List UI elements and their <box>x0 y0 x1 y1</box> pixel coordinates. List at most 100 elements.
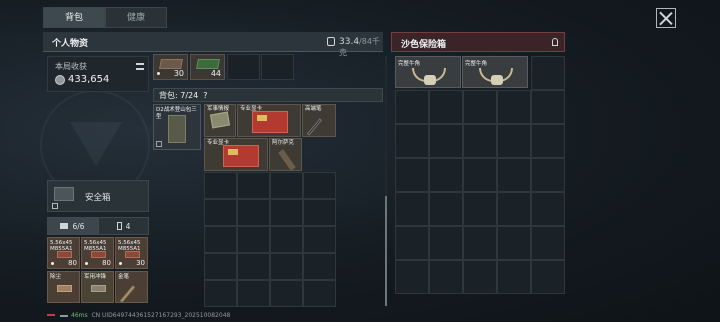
tab-pouch-battery[interactable]: 4 <box>98 217 149 235</box>
empty-slot[interactable] <box>270 226 303 253</box>
empty-slot[interactable] <box>395 90 429 124</box>
panel-title: 个人物资 <box>52 39 89 49</box>
empty-slot[interactable] <box>497 158 531 192</box>
empty-slot[interactable] <box>531 124 565 158</box>
empty-slot[interactable] <box>204 199 237 226</box>
empty-slot[interactable] <box>227 54 260 80</box>
help-icon[interactable]: ? <box>203 91 207 100</box>
close-icon[interactable] <box>656 8 676 28</box>
empty-slot[interactable] <box>497 192 531 226</box>
weight-readout: 33.4/84千克 <box>339 36 383 58</box>
empty-slot[interactable] <box>237 172 270 199</box>
item-pen[interactable]: 高端笔 <box>302 104 336 137</box>
empty-slot[interactable] <box>463 124 497 158</box>
empty-slot[interactable] <box>270 199 303 226</box>
pouch-slot[interactable]: 5.56x45 M855A1 80 <box>47 237 80 269</box>
item-green-brick[interactable]: 44 <box>190 54 225 80</box>
item-military-intel[interactable]: 军事情报 <box>204 104 236 137</box>
tab-pouch-ammo[interactable]: 6/6 <box>47 217 98 235</box>
empty-slot[interactable] <box>497 124 531 158</box>
personal-supplies-header: 个人物资 33.4/84千克 <box>43 32 420 57</box>
empty-slot[interactable] <box>531 226 565 260</box>
scrollbar[interactable] <box>385 56 387 306</box>
backpack-bar: 背包: 7/24 ? <box>153 88 383 102</box>
empty-slot[interactable] <box>303 199 336 226</box>
empty-slot[interactable] <box>463 192 497 226</box>
empty-slot[interactable] <box>429 158 463 192</box>
pouch-slot[interactable]: 金笔 <box>115 271 148 303</box>
empty-slot[interactable] <box>395 192 429 226</box>
income-menu-icon[interactable] <box>136 63 144 70</box>
brick-icon <box>159 59 183 69</box>
scroll-thumb[interactable] <box>385 196 387 306</box>
empty-slot[interactable] <box>303 253 336 280</box>
item-graphics-card[interactable]: 专业显卡 <box>237 104 301 137</box>
empty-slot[interactable] <box>303 172 336 199</box>
item-horn[interactable]: 完整牛角 <box>395 56 461 88</box>
empty-slot[interactable] <box>237 253 270 280</box>
pouch-count: 6/6 <box>72 221 85 231</box>
empty-slot[interactable] <box>463 226 497 260</box>
empty-slot[interactable] <box>429 90 463 124</box>
pouch-slot[interactable]: 5.56x45 M855A1 30 <box>115 237 148 269</box>
backpack-capacity: 背包: 7/24 ? <box>159 90 208 101</box>
empty-slot[interactable] <box>270 280 303 307</box>
pouch-slot[interactable]: 军用冲锋 <box>81 271 114 303</box>
empty-slot[interactable] <box>204 253 237 280</box>
empty-slot[interactable] <box>531 158 565 192</box>
empty-slot[interactable] <box>531 90 565 124</box>
backpack-equipment-slot[interactable]: D2战术登山包三型 <box>153 104 201 150</box>
empty-slot[interactable] <box>429 124 463 158</box>
coin-icon <box>55 75 65 85</box>
empty-slot[interactable] <box>531 56 565 90</box>
empty-slot[interactable] <box>429 260 463 294</box>
item-name: 除尘 <box>50 274 62 280</box>
tab-health[interactable]: 健康 <box>105 7 167 28</box>
empty-slot[interactable] <box>395 226 429 260</box>
pouch-slot[interactable]: 5.56x45 M855A1 80 <box>81 237 114 269</box>
backpack-label: 背包: 7/24 <box>159 91 199 100</box>
pouch-slot[interactable]: 除尘 <box>47 271 80 303</box>
item-graphics-card-2[interactable]: 专业显卡 <box>204 138 268 171</box>
loot-container-title: 沙色保险箱 <box>401 40 447 50</box>
safe-box-label: 安全箱 <box>85 193 111 203</box>
item-name: 完整牛角 <box>465 61 488 67</box>
item-brick[interactable]: 30 <box>153 54 188 80</box>
empty-slot[interactable] <box>497 260 531 294</box>
skull-icon <box>491 75 503 85</box>
empty-slot[interactable] <box>303 280 336 307</box>
empty-slot[interactable] <box>270 172 303 199</box>
empty-slot[interactable] <box>270 253 303 280</box>
empty-slot[interactable] <box>237 280 270 307</box>
empty-slot[interactable] <box>429 192 463 226</box>
empty-slot[interactable] <box>429 226 463 260</box>
empty-slot[interactable] <box>395 124 429 158</box>
safe-box[interactable]: 安全箱 <box>47 180 149 212</box>
income-value: 433,654 <box>68 74 110 85</box>
empty-slot[interactable] <box>531 260 565 294</box>
empty-slot[interactable] <box>261 54 294 80</box>
empty-slot[interactable] <box>237 226 270 253</box>
empty-slot[interactable] <box>497 90 531 124</box>
empty-slot[interactable] <box>463 158 497 192</box>
empty-slot[interactable] <box>303 226 336 253</box>
item-dot <box>157 72 160 75</box>
empty-slot[interactable] <box>204 172 237 199</box>
empty-slot[interactable] <box>395 158 429 192</box>
tab-backpack[interactable]: 背包 <box>43 7 105 28</box>
empty-slot[interactable] <box>463 260 497 294</box>
empty-slot[interactable] <box>395 260 429 294</box>
income-label: 本局收获 <box>55 62 87 71</box>
item-horn[interactable]: 完整牛角 <box>462 56 528 88</box>
empty-slot[interactable] <box>237 199 270 226</box>
status-bar: 46ms CN UID649744361527167293_2025100820… <box>60 312 230 319</box>
empty-slot[interactable] <box>497 226 531 260</box>
empty-slot[interactable] <box>204 280 237 307</box>
empty-slot[interactable] <box>204 226 237 253</box>
empty-slot[interactable] <box>463 90 497 124</box>
item-shovel[interactable]: 阿尔萨克 <box>269 138 302 171</box>
empty-slot[interactable] <box>531 192 565 226</box>
pouch-grid: 5.56x45 M855A1 80 5.56x45 M855A1 80 5.56… <box>47 237 149 305</box>
tab-bar: 背包 健康 <box>43 7 167 28</box>
pouch-tabs: 6/6 4 <box>47 217 149 235</box>
